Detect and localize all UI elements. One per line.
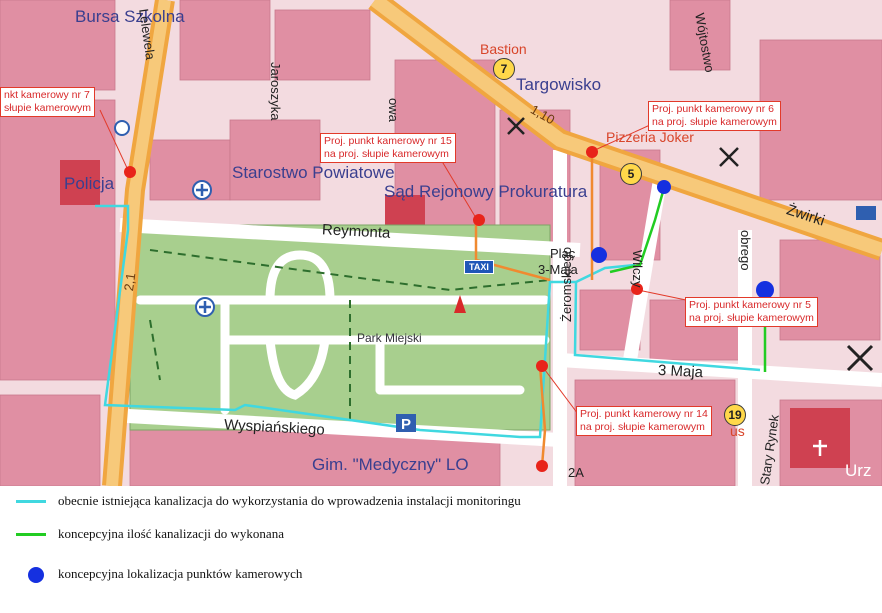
callout-camera-15: Proj. punkt kamerowy nr 15 na proj. słup… bbox=[320, 133, 456, 164]
callout-line: na proj. słupie kamerowym bbox=[689, 312, 814, 325]
legend-label: koncepcyjna ilość kanalizacji do wykonan… bbox=[58, 526, 284, 541]
callout-camera-5: Proj. punkt kamerowy nr 5 na proj. słupi… bbox=[685, 297, 818, 328]
city-map[interactable]: P Bursa Szkolna Policja Starostwo Powiat… bbox=[0, 0, 882, 486]
street-reymonta: Reymonta bbox=[321, 221, 391, 242]
label-policja: Policja bbox=[64, 174, 115, 193]
badge-19: 19 bbox=[724, 404, 746, 426]
legend-label: koncepcyjna lokalizacja punktów kamerowy… bbox=[58, 566, 303, 581]
projected-point-14 bbox=[536, 360, 548, 372]
cross-icon bbox=[846, 344, 874, 372]
legend-swatch-cyan-line bbox=[16, 500, 46, 503]
callout-line: Proj. punkt kamerowy nr 14 bbox=[580, 408, 708, 420]
taxi-sign: TAXI bbox=[464, 260, 494, 274]
info-icon bbox=[114, 120, 130, 136]
street-3-maja: 3 Maja bbox=[657, 361, 704, 382]
callout-line: na proj. słupie kamerowym bbox=[324, 148, 449, 161]
callout-camera-7: nkt kamerowy nr 7 słupie kamerowym bbox=[0, 87, 95, 118]
legend-swatch-green-line bbox=[16, 533, 46, 536]
callout-line: Proj. punkt kamerowy nr 6 bbox=[652, 103, 774, 115]
camera-point-a bbox=[657, 180, 671, 194]
street-dobrego: obrego bbox=[738, 230, 753, 271]
label-bursa: Bursa Szkolna bbox=[75, 7, 185, 26]
legend-swatch-blue-dot bbox=[28, 567, 44, 583]
projected-point-7 bbox=[124, 166, 136, 178]
label-bastion: Bastion bbox=[480, 41, 527, 57]
label-targowisko: Targowisko bbox=[516, 75, 602, 94]
label-pizzeria: Pizzeria Joker bbox=[606, 129, 694, 145]
projected-point-6 bbox=[586, 146, 598, 158]
badge-7: 7 bbox=[493, 58, 515, 80]
svg-text:P: P bbox=[401, 416, 411, 433]
street-zeromskiego: Żeromskiego bbox=[559, 246, 574, 322]
map-legend: obecnie istniejąca kanalizacja do wykorz… bbox=[0, 486, 882, 613]
legend-label: obecnie istniejąca kanalizacja do wykorz… bbox=[58, 493, 521, 508]
label-starostwo: Starostwo Powiatowe bbox=[232, 163, 395, 182]
callout-camera-6: Proj. punkt kamerowy nr 6 na proj. słupi… bbox=[648, 101, 781, 132]
label-sad: Sąd Rejonowy Prokuratura bbox=[384, 182, 588, 201]
post-icon bbox=[856, 206, 876, 220]
callout-camera-14: Proj. punkt kamerowy nr 14 na proj. słup… bbox=[576, 406, 712, 437]
label-urz: Urz bbox=[845, 461, 872, 480]
callout-line: słupie kamerowym bbox=[4, 102, 91, 115]
label-us: us bbox=[730, 423, 745, 439]
label-km-21: 2,1 bbox=[121, 271, 139, 292]
label-2a: 2A bbox=[568, 465, 584, 480]
callout-line: na proj. słupie kamerowym bbox=[580, 421, 705, 434]
label-gim: Gim. "Medyczny" LO bbox=[312, 455, 469, 474]
projected-point-extra bbox=[536, 460, 548, 472]
street-kowa: owa bbox=[386, 98, 401, 122]
callout-line: na proj. słupie kamerowym bbox=[652, 116, 777, 129]
projected-point-15 bbox=[473, 214, 485, 226]
cross-icon bbox=[719, 147, 739, 167]
callout-line: Proj. punkt kamerowy nr 5 bbox=[689, 299, 811, 311]
callout-line: nkt kamerowy nr 7 bbox=[4, 89, 90, 101]
street-jaroszyka: Jaroszyka bbox=[268, 62, 283, 121]
badge-5: 5 bbox=[620, 163, 642, 185]
street-wilczy: Wilczy bbox=[630, 250, 645, 288]
camera-point-b bbox=[591, 247, 607, 263]
label-park: Park Miejski bbox=[357, 331, 422, 345]
callout-line: Proj. punkt kamerowy nr 15 bbox=[324, 135, 452, 147]
